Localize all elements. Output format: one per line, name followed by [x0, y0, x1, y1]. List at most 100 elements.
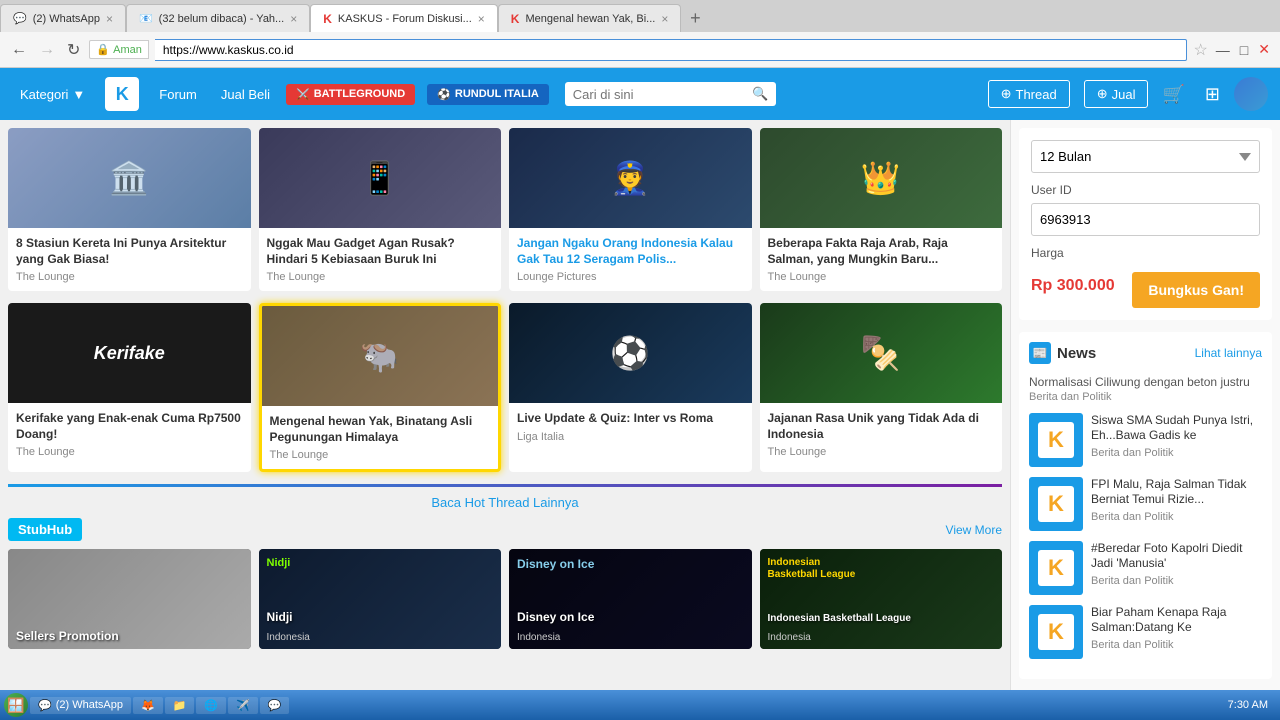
maximize-button[interactable]: □	[1238, 42, 1250, 58]
news-item-category: Berita dan Politik	[1091, 575, 1262, 587]
card-category: The Lounge	[16, 271, 243, 283]
bungkus-button[interactable]: Bungkus Gan!	[1132, 272, 1260, 308]
close-icon[interactable]: ×	[106, 12, 113, 26]
news-item[interactable]: K Siswa SMA Sudah Punya Istri, Eh...Bawa…	[1029, 413, 1262, 467]
stubhub-card-disney[interactable]: Disney on Ice Disney on Ice Indonesia	[509, 549, 752, 649]
forum-link[interactable]: Forum	[151, 81, 205, 108]
battleground-badge[interactable]: ⚔️ BATTLEGROUND	[286, 84, 415, 105]
tab-kaskus[interactable]: K KASKUS - Forum Diskusi... ×	[310, 4, 498, 32]
tab-yak[interactable]: K Mengenal hewan Yak, Bi... ×	[498, 4, 682, 32]
chevron-down-icon: ▼	[72, 87, 85, 102]
stub-card-label: Sellers Promotion	[8, 623, 251, 649]
thread-button[interactable]: ⊕ Thread	[988, 80, 1070, 108]
stubhub-card-basketball[interactable]: IndonesianBasketball League Indonesian B…	[760, 549, 1003, 649]
bookmark-star-button[interactable]: ☆	[1193, 40, 1207, 60]
card-category: The Lounge	[267, 271, 494, 283]
news-item-title: FPI Malu, Raja Salman Tidak Berniat Temu…	[1091, 477, 1262, 508]
card-jajanan[interactable]: 🍢 Jajanan Rasa Unik yang Tidak Ada di In…	[760, 303, 1003, 472]
ball-icon: ⚽	[437, 88, 451, 101]
card-salman[interactable]: 👑 Beberapa Fakta Raja Arab, Raja Salman,…	[760, 128, 1003, 291]
card-yak[interactable]: 🐃 Mengenal hewan Yak, Binatang Asli Pegu…	[259, 303, 502, 472]
news-text: Normalisasi Ciliwung dengan beton justru…	[1029, 374, 1250, 403]
new-tab-button[interactable]: +	[681, 4, 709, 32]
taskbar-item-telegram[interactable]: ✈️	[228, 697, 258, 714]
kaskus-logo[interactable]: K	[105, 77, 139, 111]
news-icon: 📰	[1029, 342, 1051, 364]
baca-more-link[interactable]: Baca Hot Thread Lainnya	[431, 495, 578, 510]
card-station[interactable]: 🏛️ 8 Stasiun Kereta Ini Punya Arsitektur…	[8, 128, 251, 291]
card-gadget[interactable]: 📱 Nggak Mau Gadget Agan Rusak? Hindari 5…	[259, 128, 502, 291]
sidebar: 12 Bulan 6 Bulan 3 Bulan 1 Bulan User ID…	[1010, 120, 1280, 720]
taskbar-item-explorer[interactable]: 📁	[165, 697, 195, 714]
news-item[interactable]: K Biar Paham Kenapa Raja Salman:Datang K…	[1029, 605, 1262, 659]
stub-card-tag-ibl: IndonesianBasketball League	[768, 557, 856, 581]
kategori-menu[interactable]: Kategori ▼	[12, 81, 93, 108]
news-header: 📰 News Lihat lainnya	[1029, 342, 1262, 364]
kategori-label: Kategori	[20, 87, 68, 102]
card-polisi[interactable]: 👮 Jangan Ngaku Orang Indonesia Kalau Gak…	[509, 128, 752, 291]
news-item-title: Normalisasi Ciliwung dengan beton justru	[1029, 374, 1250, 391]
stub-card-label: Indonesian Basketball League	[760, 607, 1003, 630]
card-inter[interactable]: ⚽ Live Update & Quiz: Inter vs Roma Liga…	[509, 303, 752, 472]
tab-favicon: K	[511, 12, 520, 26]
user-id-input[interactable]	[1031, 203, 1260, 236]
jual-beli-link[interactable]: Jual Beli	[213, 81, 278, 108]
refresh-button[interactable]: ↻	[64, 40, 83, 60]
tab-whatsapp[interactable]: 💬 (2) WhatsApp ×	[0, 4, 126, 32]
plus-icon: ⊕	[1097, 86, 1108, 102]
close-icon[interactable]: ×	[290, 12, 297, 26]
news-item[interactable]: K #Beredar Foto Kapolri Diedit Jadi 'Man…	[1029, 541, 1262, 595]
close-icon[interactable]: ×	[661, 12, 668, 26]
news-text: Siswa SMA Sudah Punya Istri, Eh...Bawa G…	[1091, 413, 1262, 467]
search-icon[interactable]: 🔍	[752, 86, 768, 102]
rundul-badge[interactable]: ⚽ RUNDUL ITALIA	[427, 84, 549, 105]
news-section: 📰 News Lihat lainnya Normalisasi Ciliwun…	[1019, 332, 1272, 679]
stubhub-grid: Sellers Promotion Nidji Nidji Indonesia …	[8, 549, 1002, 649]
taskbar-item-wa2[interactable]: 💬	[260, 697, 290, 714]
stub-card-tag-nidji: Nidji	[267, 557, 291, 569]
news-more-link[interactable]: Lihat lainnya	[1195, 346, 1262, 360]
cart-icon[interactable]: 🛒	[1162, 84, 1184, 105]
news-thumbnail: K	[1029, 477, 1083, 531]
news-item-category: Berita dan Politik	[1091, 639, 1262, 651]
search-input[interactable]	[573, 87, 752, 102]
forward-button[interactable]: →	[36, 41, 58, 59]
news-text: Biar Paham Kenapa Raja Salman:Datang Ke …	[1091, 605, 1262, 659]
news-item[interactable]: K FPI Malu, Raja Salman Tidak Berniat Te…	[1029, 477, 1262, 531]
stub-card-label: Disney on Ice	[509, 604, 752, 630]
minimize-button[interactable]: —	[1214, 42, 1232, 58]
main-content: 🏛️ 8 Stasiun Kereta Ini Punya Arsitektur…	[0, 120, 1280, 720]
stub-sublabel: Indonesia	[259, 630, 502, 649]
start-button[interactable]: 🪟	[4, 693, 28, 717]
close-button[interactable]: ✕	[1256, 41, 1272, 58]
close-icon[interactable]: ×	[478, 12, 485, 26]
news-title: 📰 News	[1029, 342, 1096, 364]
tab-title: (2) WhatsApp	[33, 13, 100, 25]
stubhub-card-sellers[interactable]: Sellers Promotion	[8, 549, 251, 649]
stubhub-card-nidji[interactable]: Nidji Nidji Indonesia	[259, 549, 502, 649]
stub-sublabel: Indonesia	[509, 630, 752, 649]
news-text: #Beredar Foto Kapolri Diedit Jadi 'Manus…	[1091, 541, 1262, 595]
news-thumbnail: K	[1029, 541, 1083, 595]
tab-title: Mengenal hewan Yak, Bi...	[525, 13, 655, 25]
taskbar-item-whatsapp[interactable]: 💬 (2) WhatsApp	[30, 697, 131, 714]
news-item-title: Biar Paham Kenapa Raja Salman:Datang Ke	[1091, 605, 1262, 636]
tab-yahoo[interactable]: 📧 (32 belum dibaca) - Yah... ×	[126, 4, 310, 32]
news-item[interactable]: Normalisasi Ciliwung dengan beton justru…	[1029, 374, 1262, 403]
tab-bar: 💬 (2) WhatsApp × 📧 (32 belum dibaca) - Y…	[0, 0, 1280, 32]
url-input[interactable]	[155, 39, 1188, 61]
card-category: The Lounge	[16, 446, 243, 458]
grid-icon[interactable]: ⊞	[1205, 84, 1220, 105]
view-more-link[interactable]: View More	[946, 523, 1002, 537]
taskbar-item-chrome[interactable]: 🌐	[196, 697, 226, 714]
back-button[interactable]: ←	[8, 41, 30, 59]
whatsapp2-icon: 💬	[268, 699, 282, 712]
duration-select[interactable]: 12 Bulan 6 Bulan 3 Bulan 1 Bulan	[1031, 140, 1260, 173]
jual-button[interactable]: ⊕ Jual	[1084, 80, 1149, 108]
card-title: Beberapa Fakta Raja Arab, Raja Salman, y…	[768, 236, 995, 267]
avatar[interactable]	[1234, 77, 1268, 111]
security-badge: 🔒 Aman	[89, 40, 148, 59]
battleground-label: BATTLEGROUND	[314, 88, 405, 100]
card-kerifake[interactable]: Kerifake Kerifake yang Enak-enak Cuma Rp…	[8, 303, 251, 472]
taskbar-item-firefox[interactable]: 🦊	[133, 697, 163, 714]
